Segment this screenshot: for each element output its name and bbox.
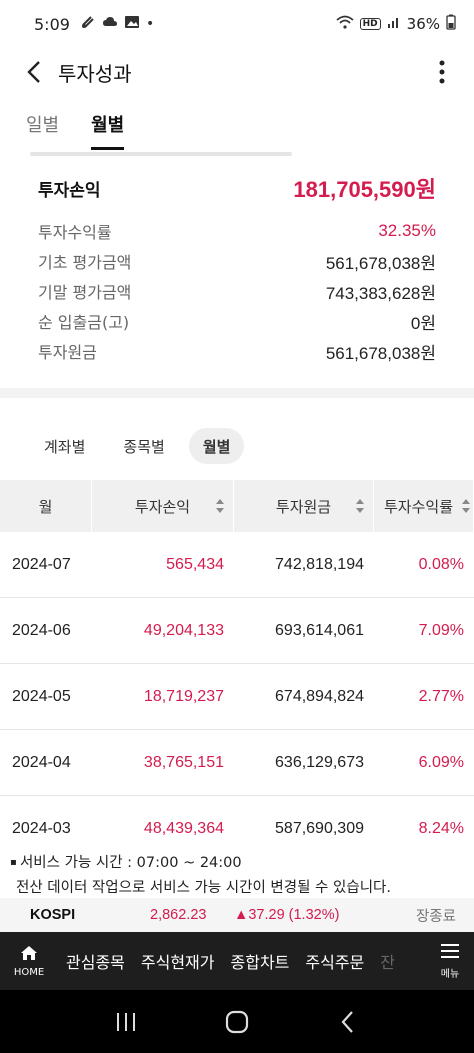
header-month: 월 bbox=[0, 480, 92, 532]
home-circle-icon[interactable] bbox=[217, 1002, 257, 1042]
ticker-market-status: 장종료 bbox=[415, 908, 456, 925]
status-bar: 5:09 • HD 36% bbox=[0, 0, 474, 48]
home-icon bbox=[20, 945, 38, 964]
scroll-indicator bbox=[30, 152, 292, 156]
status-time: 5:09 bbox=[34, 14, 70, 34]
bottom-nav: HOME 관심종목 주식현재가 종합차트 주식주문 잔 메뉴 bbox=[0, 932, 474, 990]
ticker-change: ▲37.29 (1.32%) bbox=[234, 907, 340, 923]
satellite-icon bbox=[80, 14, 96, 34]
table-row[interactable]: 2024-06 49,204,133 693,614,061 7.09% bbox=[0, 598, 474, 664]
nav-item-order[interactable]: 주식주문 bbox=[297, 949, 372, 973]
nav-menu-items: 관심종목 주식현재가 종합차트 주식주문 잔 bbox=[58, 949, 426, 973]
ticker-price: 2,862.23 bbox=[150, 907, 207, 923]
table-header: 월 투자손익 투자원금 투자수익률 bbox=[0, 480, 474, 532]
hd-badge: HD bbox=[359, 18, 381, 30]
summary-row-opening-value: 기초 평가금액 561,678,038원 bbox=[38, 253, 436, 273]
header-principal[interactable]: 투자원금 bbox=[234, 480, 374, 532]
wifi-icon bbox=[336, 15, 354, 33]
profit-value: 181,705,590원 bbox=[293, 177, 436, 202]
summary-row-net-deposit: 순 입출금(고) 0원 bbox=[38, 313, 436, 333]
segment-by-account[interactable]: 계좌별 bbox=[30, 428, 99, 464]
summary-section: 투자손익 181,705,590원 투자수익률 32.35% 기초 평가금액 5… bbox=[0, 160, 474, 366]
sort-icon bbox=[215, 498, 225, 514]
nav-item-watchlist[interactable]: 관심종목 bbox=[58, 949, 133, 973]
more-vertical-icon[interactable] bbox=[430, 56, 454, 88]
table-row[interactable]: 2024-07 565,434 742,818,194 0.08% bbox=[0, 532, 474, 598]
nav-home-button[interactable]: HOME bbox=[0, 932, 58, 990]
system-nav-bar bbox=[0, 990, 474, 1053]
recent-apps-icon[interactable] bbox=[106, 1002, 146, 1042]
segment-by-stock[interactable]: 종목별 bbox=[109, 428, 178, 464]
page-title: 투자성과 bbox=[58, 61, 132, 86]
dot-icon: • bbox=[145, 16, 155, 32]
header-profit[interactable]: 투자손익 bbox=[92, 480, 234, 532]
profit-label: 투자손익 bbox=[38, 180, 101, 201]
segment-by-month[interactable]: 월별 bbox=[188, 428, 245, 464]
sort-icon bbox=[461, 498, 471, 514]
tab-daily[interactable]: 일별 bbox=[26, 96, 59, 152]
ticker-name: KOSPI bbox=[30, 907, 76, 923]
table-row[interactable]: 2024-05 18,719,237 674,894,824 2.77% bbox=[0, 664, 474, 730]
back-arrow-icon[interactable] bbox=[20, 58, 48, 86]
app-bar: 투자성과 bbox=[0, 48, 474, 96]
cloud-icon bbox=[102, 14, 118, 34]
monthly-table: 2024-07 565,434 742,818,194 0.08% 2024-0… bbox=[0, 532, 474, 862]
period-tabs: 일별 월별 bbox=[0, 96, 474, 152]
table-row[interactable]: 2024-04 38,765,151 636,129,673 6.09% bbox=[0, 730, 474, 796]
notice-service-hours: 서비스 가능 시간 : 07:00 ~ 24:00 bbox=[10, 850, 464, 876]
section-divider bbox=[0, 388, 474, 398]
hamburger-icon bbox=[440, 943, 460, 962]
nav-menu-button[interactable]: 메뉴 bbox=[426, 932, 474, 990]
profit-summary: 투자손익 181,705,590원 bbox=[38, 160, 436, 216]
service-notice: 서비스 가능 시간 : 07:00 ~ 24:00 전산 데이터 작업으로 서비… bbox=[0, 848, 474, 903]
battery-icon bbox=[446, 14, 456, 34]
nav-item-chart[interactable]: 종합차트 bbox=[223, 949, 298, 973]
summary-row-return-rate: 투자수익률 32.35% bbox=[38, 221, 436, 242]
view-segment-control: 계좌별 종목별 월별 bbox=[30, 428, 245, 464]
signal-icon bbox=[387, 15, 401, 33]
nav-item-truncated[interactable]: 잔 bbox=[372, 949, 403, 973]
back-icon[interactable] bbox=[328, 1002, 368, 1042]
header-return-rate[interactable]: 투자수익률 bbox=[374, 480, 474, 532]
sort-icon bbox=[355, 498, 365, 514]
battery-percent: 36% bbox=[406, 15, 440, 33]
index-ticker[interactable]: KOSPI 2,862.23 ▲37.29 (1.32%) 장종료 bbox=[0, 898, 474, 932]
nav-item-current-price[interactable]: 주식현재가 bbox=[133, 949, 223, 973]
summary-row-closing-value: 기말 평가금액 743,383,628원 bbox=[38, 283, 436, 303]
summary-row-principal: 투자원금 561,678,038원 bbox=[38, 343, 436, 363]
image-icon bbox=[124, 14, 140, 34]
tab-monthly[interactable]: 월별 bbox=[91, 96, 125, 152]
